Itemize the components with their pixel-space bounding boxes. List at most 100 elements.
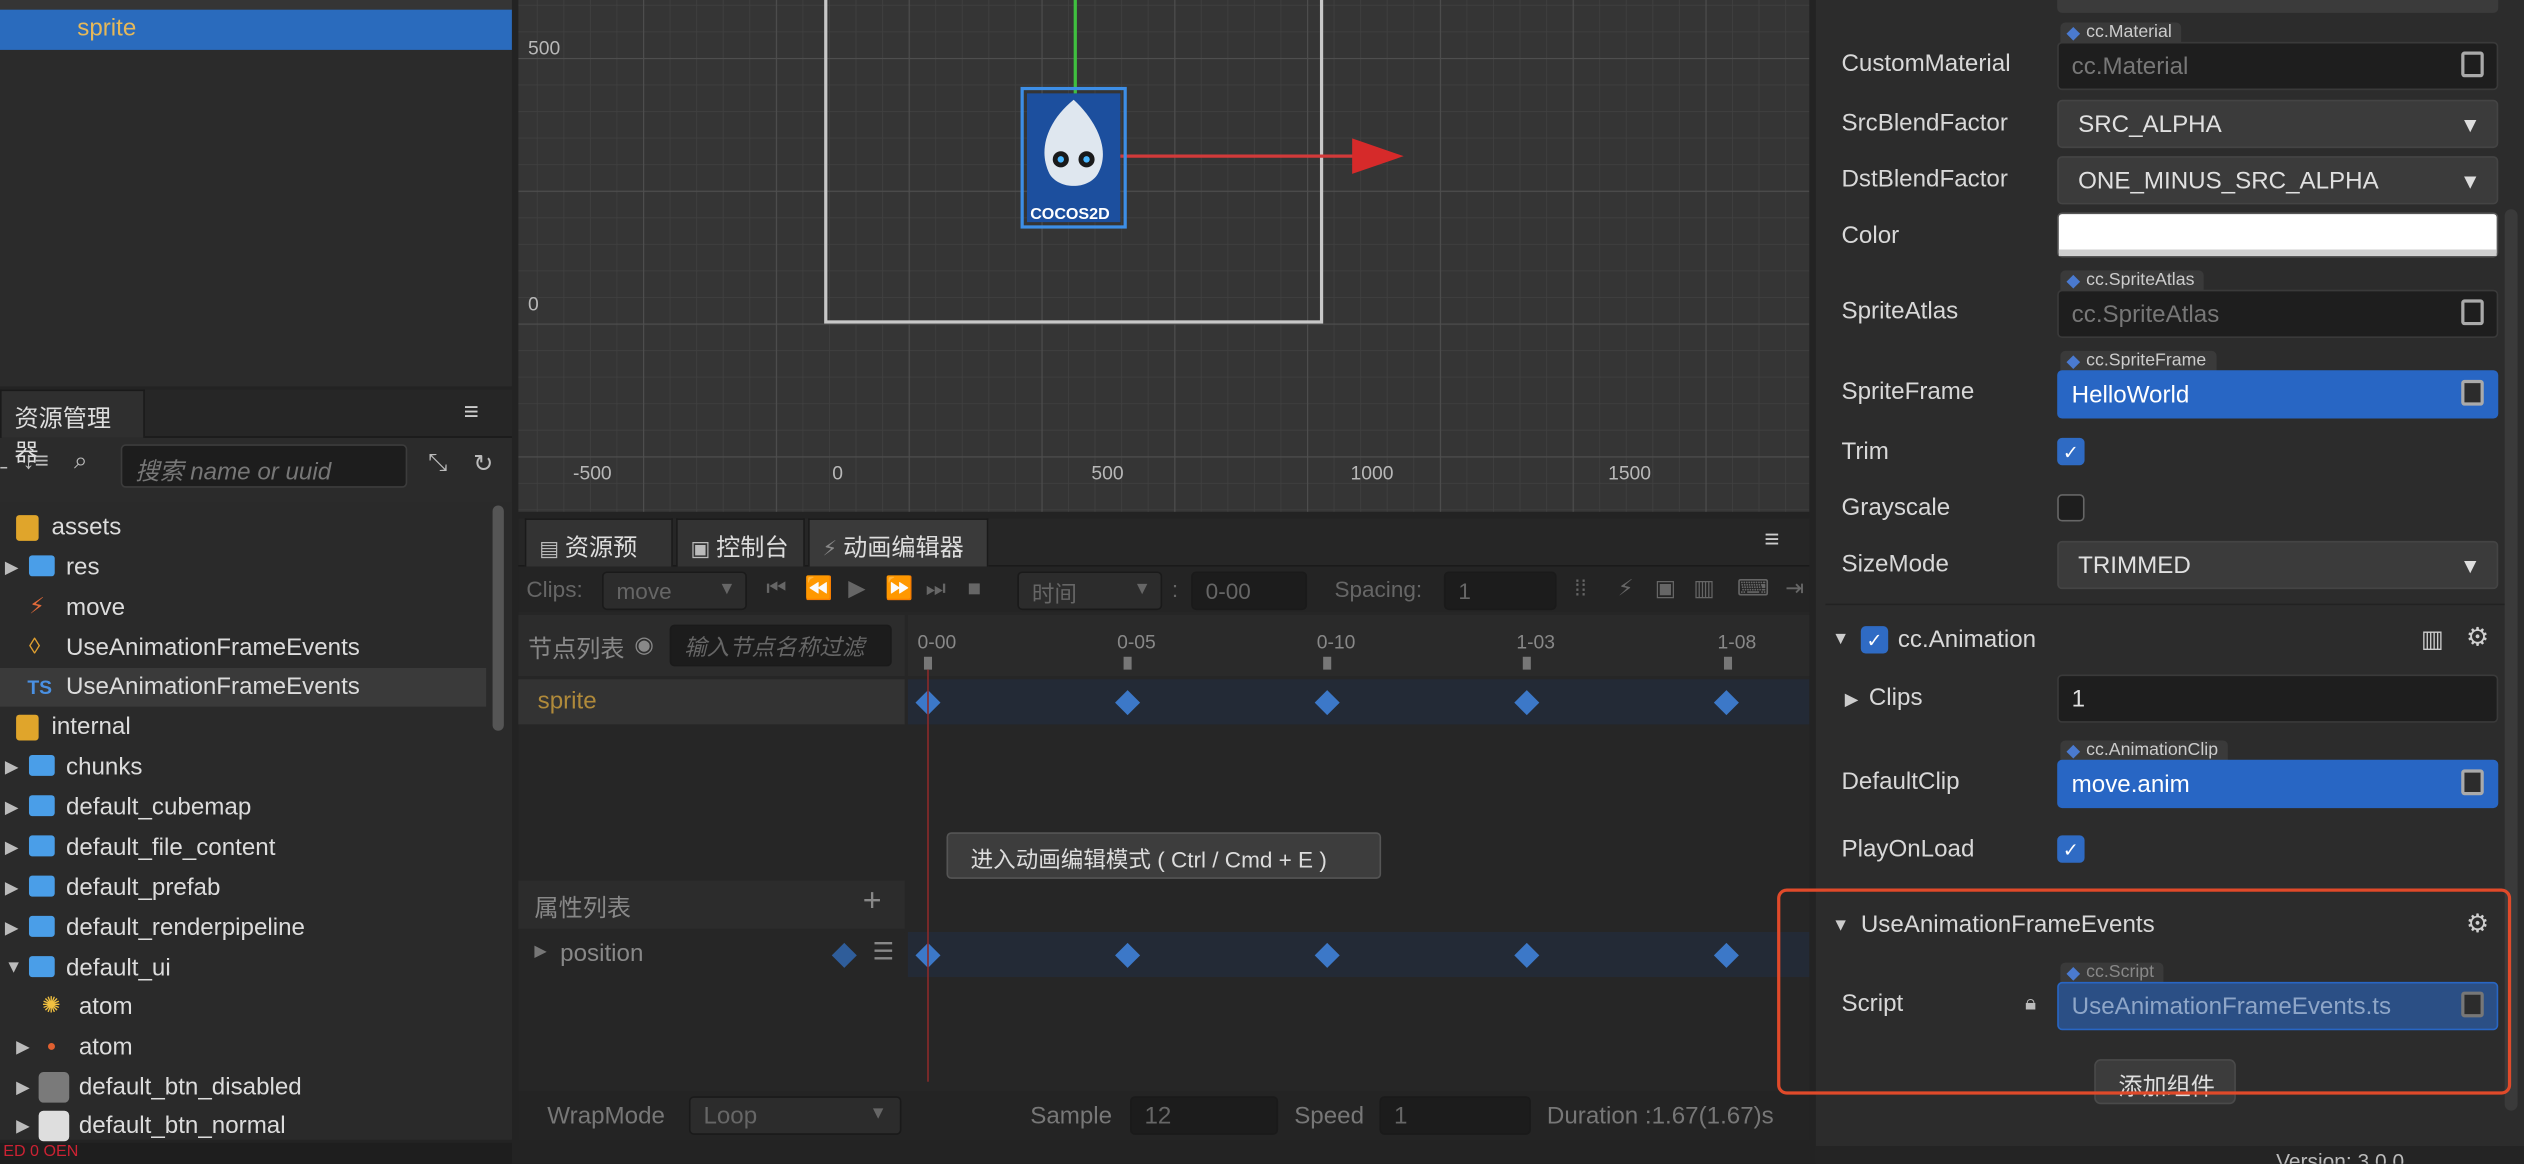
tab-asset-preview[interactable]: ▤ 资源预览 (524, 518, 673, 596)
tree-row-internal[interactable]: internal (0, 708, 486, 747)
list-icon[interactable]: ☰ (872, 937, 894, 965)
default-clip-field[interactable]: move.anim (2057, 759, 2499, 809)
keyboard-icon[interactable]: ⌨ (1737, 575, 1770, 602)
expand-arrow-icon[interactable]: ▶ (5, 557, 19, 578)
tree-row-ts-script[interactable]: TS UseAnimationFrameEvents (0, 668, 487, 707)
node-filter-input[interactable]: 输入节点名称过滤 (669, 624, 892, 667)
sprite-atlas-label: SpriteAtlas (1841, 297, 1959, 326)
src-blend-label: SrcBlendFactor (1841, 109, 2008, 137)
tree-row-res[interactable]: ▶ res (0, 549, 486, 588)
refresh-icon[interactable]: ↻ (473, 449, 493, 478)
expand-arrow-icon[interactable]: ▶ (5, 877, 19, 898)
help-book-icon[interactable]: ▥ (2421, 625, 2444, 653)
gear-icon[interactable]: ⚙ (2466, 621, 2489, 653)
jump-last-icon[interactable]: ⏭ (926, 575, 946, 602)
tree-row-default-renderpipeline[interactable]: ▶ default_renderpipeline (0, 909, 486, 948)
scene-grid: COCOS2D 500 0 -500 0 500 1000 1500 (518, 0, 1810, 512)
eye-icon[interactable]: ◉ (634, 631, 654, 658)
tree-row-move[interactable]: ⚡ move (0, 589, 486, 628)
expand-arrow-icon[interactable]: ▶ (5, 797, 19, 817)
tree-row-default-ui[interactable]: ▼ default_ui (0, 950, 486, 989)
tab-console[interactable]: ▣ 控制台 (676, 518, 805, 567)
grayscale-checkbox[interactable] (2057, 494, 2085, 522)
tab-animation-editor[interactable]: ⚡ 动画编辑器 (808, 518, 989, 567)
locate-icon[interactable] (2461, 51, 2484, 78)
locate-icon[interactable] (2461, 769, 2484, 796)
expand-arrow-icon[interactable]: ▶ (16, 1077, 30, 1097)
sprite-atlas-field[interactable]: cc.SpriteAtlas (2057, 289, 2499, 339)
custom-material-field[interactable]: cc.Material (2057, 41, 2499, 91)
jump-first-icon[interactable]: ⏮ (766, 575, 786, 602)
speed-input[interactable]: 1 (1379, 1096, 1531, 1135)
menu-icon[interactable]: ≡ (464, 399, 479, 428)
doc-icon[interactable]: ▥ (1693, 575, 1714, 602)
tree-row-assets[interactable]: assets (0, 509, 486, 548)
size-mode-select[interactable]: TRIMMED ▼ (2057, 540, 2499, 590)
search-icon[interactable]: ⌕ (74, 447, 88, 474)
locate-icon[interactable] (2461, 299, 2484, 326)
save-icon[interactable]: ▣ (1655, 575, 1676, 602)
collapse-arrow-icon[interactable]: ▼ (1832, 629, 1850, 648)
expand-arrow-icon[interactable]: ▶ (16, 1037, 30, 1057)
expand-arrow-icon[interactable]: ▶ (5, 918, 19, 938)
locate-icon[interactable] (2461, 379, 2484, 406)
play-on-load-checkbox[interactable]: ✓ (2057, 835, 2085, 863)
menu-icon[interactable]: ≡ (1764, 526, 1779, 555)
stop-icon[interactable]: ■ (967, 575, 981, 601)
expand-arrow-icon[interactable]: ▶ (5, 837, 19, 858)
trim-checkbox[interactable]: ✓ (2057, 437, 2085, 466)
expand-arrow-icon[interactable]: ▶ (534, 943, 546, 961)
hierarchy-row-sprite[interactable]: sprite (0, 9, 512, 50)
tree-row-btn-normal[interactable]: ▶ default_btn_normal (0, 1107, 486, 1146)
time-mode-select[interactable]: 时间 ▼ (1017, 571, 1163, 611)
property-row-position[interactable]: ▶ position ☰ (518, 932, 905, 978)
keyframe-add-icon[interactable] (831, 942, 857, 968)
sample-input[interactable]: 12 (1130, 1096, 1279, 1135)
play-icon[interactable]: ▶ (848, 575, 865, 602)
expand-arrow-icon[interactable]: ▶ (16, 1116, 30, 1136)
tree-row-btn-disabled[interactable]: ▶ default_btn_disabled (0, 1069, 486, 1108)
tree-row-default-cubemap[interactable]: ▶ default_cubemap (0, 789, 486, 828)
tree-row-default-file-content[interactable]: ▶ default_file_content (0, 829, 486, 868)
expand-arrow-icon[interactable]: ▶ (5, 757, 19, 777)
event-icon[interactable]: ⚡ (1618, 575, 1634, 602)
clips-select[interactable]: move ▼ (602, 571, 747, 611)
asset-search-input[interactable]: 搜索 name or uuid (120, 444, 408, 488)
spacing-input[interactable]: 1 (1443, 571, 1557, 611)
spacing-value: 1 (1458, 577, 1471, 604)
tree-scrollbar[interactable] (492, 505, 504, 731)
truncated-select[interactable] (2057, 0, 2499, 13)
collapse-icon[interactable]: ˗ (0, 451, 8, 477)
add-property-icon[interactable]: + (863, 884, 882, 921)
clips-value: move (616, 577, 672, 604)
node-track[interactable] (907, 679, 1810, 725)
prev-frame-icon[interactable]: ⏪ (805, 575, 833, 602)
exit-icon[interactable]: ⇥ (1785, 575, 1804, 602)
property-track[interactable] (907, 932, 1810, 978)
timeline-ruler[interactable] (907, 614, 1810, 677)
color-swatch[interactable] (2057, 212, 2499, 258)
tree-row-atom-sprite[interactable]: ▶ ● atom (0, 1029, 486, 1068)
collapse-arrow-icon[interactable]: ▼ (5, 958, 23, 977)
grid-icon[interactable]: ⁞⁞ (1574, 575, 1587, 601)
tree-row-animation-graph[interactable]: ◊ UseAnimationFrameEvents (0, 629, 486, 668)
dst-blend-select[interactable]: ONE_MINUS_SRC_ALPHA ▼ (2057, 156, 2499, 205)
chevron-down-icon: ▼ (2459, 112, 2481, 137)
clips-count-field[interactable]: 1 (2057, 674, 2499, 723)
shrink-icon[interactable]: ⤡ (428, 449, 447, 476)
playhead[interactable] (927, 669, 929, 1082)
sort-icon[interactable]: ↓≡ (23, 447, 49, 474)
tree-row-atom-texture[interactable]: ✺ atom (0, 988, 486, 1027)
tree-row-default-prefab[interactable]: ▶ default_prefab (0, 869, 486, 908)
animation-enabled-checkbox[interactable]: ✓ (1860, 626, 1889, 654)
tree-row-chunks[interactable]: ▶ chunks (0, 749, 486, 788)
tab-assets[interactable]: 资源管理器 (0, 389, 145, 467)
wrapmode-select[interactable]: Loop ▼ (688, 1096, 902, 1135)
expand-arrow-icon[interactable]: ▶ (1845, 689, 1859, 710)
sprite-frame-field[interactable]: HelloWorld (2057, 370, 2499, 419)
next-frame-icon[interactable]: ⏩ (885, 575, 913, 602)
node-row-sprite[interactable]: sprite (518, 679, 905, 725)
src-blend-select[interactable]: SRC_ALPHA ▼ (2057, 99, 2499, 149)
time-input[interactable]: 0-00 (1191, 571, 1308, 611)
scene-view[interactable]: COCOS2D 500 0 -500 0 500 1000 1500 (518, 0, 1810, 512)
